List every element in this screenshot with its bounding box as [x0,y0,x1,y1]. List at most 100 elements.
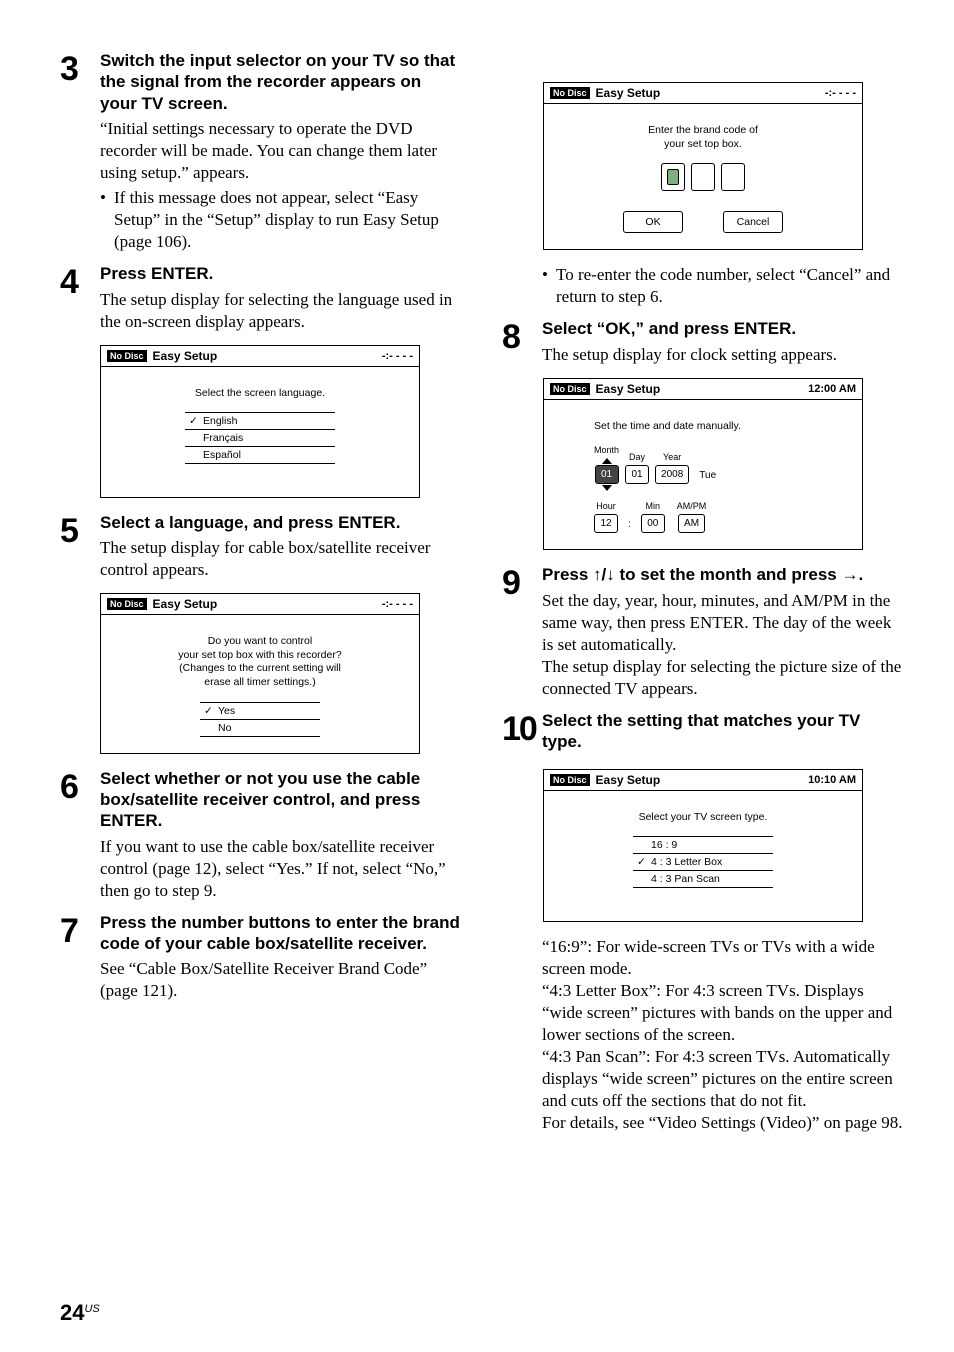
step-heading: Select “OK,” and press ENTER. [542,318,904,339]
osd-message: Select your TV screen type. [554,811,852,825]
label-year: Year [663,452,681,462]
cancel-button[interactable]: Cancel [723,211,783,233]
step-desc: “Initial settings necessary to operate t… [100,118,462,184]
osd-screen-control: No Disc Easy Setup -:- - - - Do you want… [100,593,420,754]
arrow-down-icon [602,485,612,491]
lang-option-english[interactable]: English [185,412,335,430]
osd-screen-brandcode: No Disc Easy Setup -:- - - - Enter the b… [543,82,863,250]
field-ampm[interactable]: AM [678,514,705,533]
step-heading: Press the number buttons to enter the br… [100,912,462,955]
step-desc: If you want to use the cable box/satelli… [100,836,462,902]
label-min: Min [646,501,661,511]
osd-header: No Disc Easy Setup -:- - - - [101,346,419,367]
arrow-up-icon [602,458,612,464]
code-digit-3[interactable] [721,163,745,191]
step-8: 8 Select “OK,” and press ENTER. The setu… [502,318,904,365]
code-digit-2[interactable] [691,163,715,191]
code-digit-1[interactable] [661,163,685,191]
bullet-dot: • [100,187,114,253]
osd-title: Easy Setup [153,597,218,611]
field-day[interactable]: 01 [625,465,649,484]
osd-title: Easy Setup [596,773,661,787]
step-heading: Press ENTER. [100,263,462,284]
field-year[interactable]: 2008 [655,465,689,484]
step-heading: Select whether or not you use the cable … [100,768,462,832]
step-heading-pre: Press [542,565,593,584]
osd-message: Set the time and date manually. [594,420,852,434]
no-disc-badge: No Disc [107,350,147,362]
step-9: 9 Press ↑/↓ to set the month and press →… [502,564,904,700]
no-disc-badge: No Disc [550,87,590,99]
label-hour: Hour [596,501,616,511]
step-desc: The setup display for cable box/satellit… [100,537,462,581]
osd-time: -:- - - - [825,87,856,99]
step-heading: Press ↑/↓ to set the month and press →. [542,564,904,585]
osd-title: Easy Setup [596,382,661,396]
tvtype-option-169[interactable]: 16 : 9 [633,836,773,854]
step-number: 3 [60,50,100,253]
no-disc-badge: No Disc [550,774,590,786]
field-min[interactable]: 00 [641,514,665,533]
step-number: 7 [60,912,100,1003]
no-disc-badge: No Disc [550,383,590,395]
label-ampm: AM/PM [677,501,707,511]
lang-option-francais[interactable]: Français [185,430,335,447]
step-heading: Select a language, and press ENTER. [100,512,462,533]
bullet-text: To re-enter the code number, select “Can… [556,264,904,308]
field-month[interactable]: 01 [595,465,619,484]
brand-code-digits [554,163,852,191]
right-arrow-icon: → [841,565,858,584]
field-dayname: Tue [695,467,720,484]
osd-header: No Disc Easy Setup 12:00 AM [544,379,862,400]
time-colon: : [624,516,635,533]
page-num-region: US [84,1303,99,1315]
step-number: 9 [502,564,542,700]
step-desc: The setup display for selecting the lang… [100,289,462,333]
page-number: 24US [60,1300,100,1326]
osd-message: Do you want to control your set top box … [111,635,409,690]
step-4: 4 Press ENTER. The setup display for sel… [60,263,462,332]
field-hour[interactable]: 12 [594,514,618,533]
step-number: 4 [60,263,100,332]
osd-message: Select the screen language. [111,387,409,401]
osd-message: Enter the brand code of your set top box… [554,124,852,151]
osd-title: Easy Setup [596,86,661,100]
osd-time: -:- - - - [382,598,413,610]
bullet-dot: • [542,264,556,308]
control-option-yes[interactable]: Yes [200,702,320,720]
step-bullet: • If this message does not appear, selec… [100,187,462,253]
tvtype-option-panscan[interactable]: 4 : 3 Pan Scan [633,871,773,888]
step-heading-mid: to set the month and press [615,565,842,584]
lang-option-espanol[interactable]: Español [185,447,335,464]
osd-time: -:- - - - [382,350,413,362]
tvtype-option-letterbox[interactable]: 4 : 3 Letter Box [633,854,773,871]
step-desc: The setup display for clock setting appe… [542,344,904,366]
step-10-desc: “16:9”: For wide-screen TVs or TVs with … [542,936,904,1135]
step-number: 10 [502,710,542,757]
no-disc-badge: No Disc [107,598,147,610]
step-desc: See “Cable Box/Satellite Receiver Brand … [100,958,462,1002]
label-day: Day [629,452,645,462]
osd-time: 12:00 AM [808,383,856,395]
step-7-note: • To re-enter the code number, select “C… [542,264,904,308]
up-down-arrow-icon: ↑/↓ [593,565,615,584]
bullet-text: If this message does not appear, select … [114,187,462,253]
step-number: 8 [502,318,542,365]
step-7: 7 Press the number buttons to enter the … [60,912,462,1003]
step-heading-end: . [858,565,863,584]
control-option-no[interactable]: No [200,720,320,737]
osd-screen-tvtype: No Disc Easy Setup 10:10 AM Select your … [543,769,863,922]
step-heading: Switch the input selector on your TV so … [100,50,462,114]
osd-header: No Disc Easy Setup -:- - - - [101,594,419,615]
step-10: 10 Select the setting that matches your … [502,710,904,757]
osd-time: 10:10 AM [808,774,856,786]
ok-button[interactable]: OK [623,211,683,233]
osd-title: Easy Setup [153,349,218,363]
label-dayname [706,454,709,464]
page-num-main: 24 [60,1300,84,1325]
step-heading: Select the setting that matches your TV … [542,710,904,753]
step-number: 6 [60,768,100,902]
label-month: Month [594,445,619,455]
osd-screen-language: No Disc Easy Setup -:- - - - Select the … [100,345,420,498]
step-number: 5 [60,512,100,581]
